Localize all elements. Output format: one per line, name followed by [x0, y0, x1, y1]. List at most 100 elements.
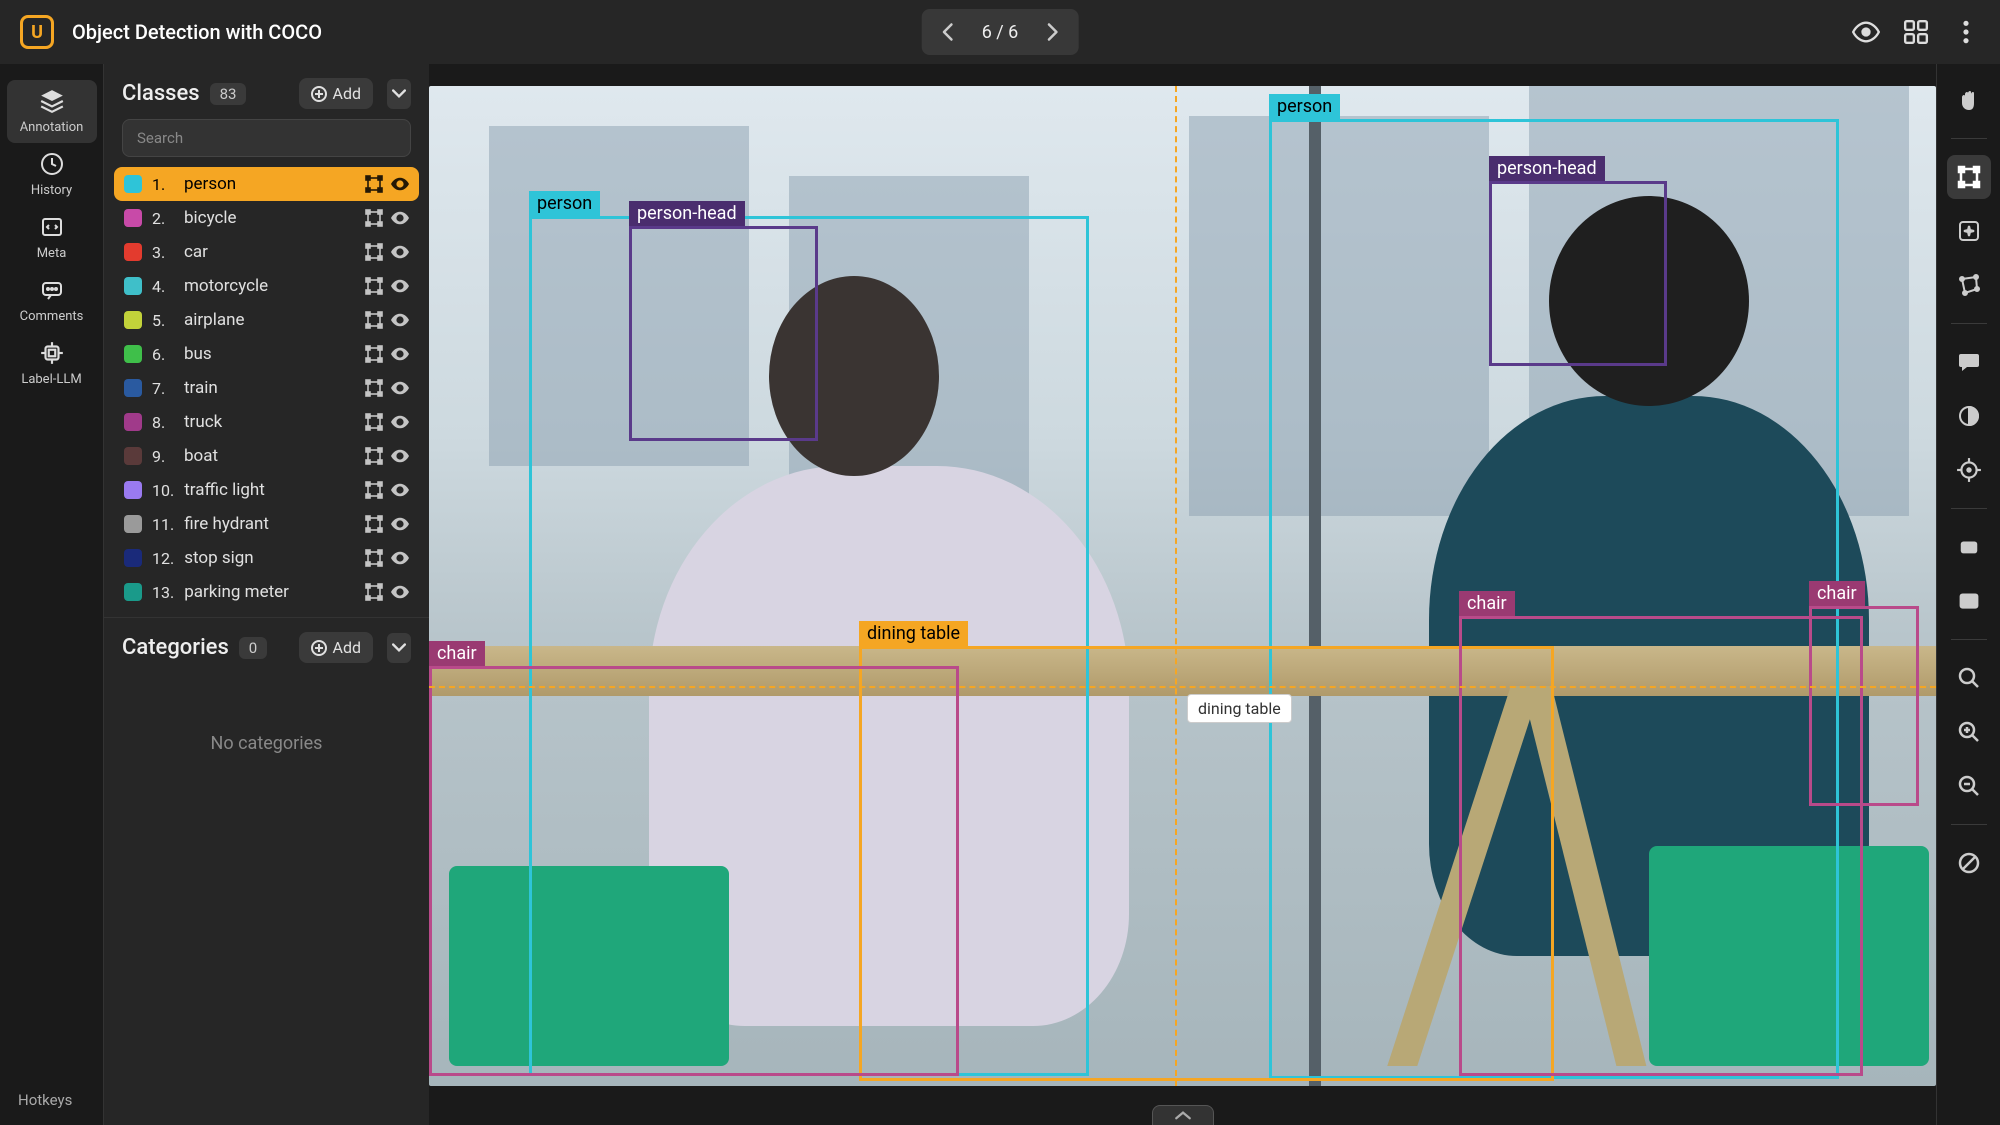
tool-pan[interactable] — [1947, 78, 1991, 122]
code-icon — [39, 214, 65, 240]
rail-history[interactable]: History — [7, 143, 97, 206]
bbox-type-icon[interactable] — [365, 175, 383, 193]
visibility-icon[interactable] — [1852, 18, 1880, 46]
right-tool-rail — [1936, 64, 2000, 1125]
bbox-type-icon[interactable] — [365, 515, 383, 533]
next-image-button[interactable] — [1032, 12, 1072, 52]
bbox-person-head[interactable]: person-head — [1489, 181, 1667, 366]
no-categories-text: No categories — [104, 673, 429, 814]
visibility-toggle-icon[interactable] — [391, 413, 409, 431]
class-row-car[interactable]: 3.car — [114, 235, 419, 269]
tool-smart[interactable] — [1947, 209, 1991, 253]
visibility-toggle-icon[interactable] — [391, 277, 409, 295]
visibility-toggle-icon[interactable] — [391, 379, 409, 397]
bbox-person-head[interactable]: person-head — [629, 226, 818, 441]
class-row-fire-hydrant[interactable]: 11.fire hydrant — [114, 507, 419, 541]
class-number: 7. — [152, 379, 174, 398]
add-class-dropdown[interactable] — [387, 79, 411, 109]
add-class-button[interactable]: Add — [299, 78, 373, 109]
classes-title: Classes — [122, 81, 200, 106]
tool-polygon[interactable] — [1947, 263, 1991, 307]
bbox-type-icon[interactable] — [365, 413, 383, 431]
class-row-stop-sign[interactable]: 12.stop sign — [114, 541, 419, 575]
bbox-type-icon[interactable] — [365, 243, 383, 261]
bottom-panel-expand[interactable] — [1152, 1105, 1214, 1125]
rail-comments[interactable]: Comments — [7, 269, 97, 332]
class-swatch — [124, 345, 142, 363]
bbox-chair[interactable]: chair — [429, 666, 959, 1076]
class-number: 10. — [152, 481, 174, 500]
class-row-parking-meter[interactable]: 13.parking meter — [114, 575, 419, 609]
tool-card[interactable] — [1947, 525, 1991, 569]
class-name: bus — [184, 344, 355, 364]
crosshair-vertical — [1175, 86, 1177, 1086]
tool-disable[interactable] — [1947, 841, 1991, 885]
bbox-type-icon[interactable] — [365, 345, 383, 363]
bbox-type-icon[interactable] — [365, 583, 383, 601]
tool-contrast[interactable] — [1947, 394, 1991, 438]
grid-icon[interactable] — [1902, 18, 1930, 46]
bbox-type-icon[interactable] — [365, 311, 383, 329]
visibility-toggle-icon[interactable] — [391, 583, 409, 601]
visibility-toggle-icon[interactable] — [391, 311, 409, 329]
visibility-toggle-icon[interactable] — [391, 549, 409, 567]
class-name: truck — [184, 412, 355, 432]
tool-divider — [1951, 639, 1987, 640]
tool-bbox[interactable] — [1947, 155, 1991, 199]
bbox-label: dining table — [859, 621, 968, 646]
bbox-type-icon[interactable] — [365, 549, 383, 567]
tool-fit[interactable] — [1947, 579, 1991, 623]
more-menu-icon[interactable] — [1952, 18, 1980, 46]
app-logo[interactable]: U — [20, 15, 54, 49]
visibility-toggle-icon[interactable] — [391, 481, 409, 499]
class-swatch — [124, 549, 142, 567]
rail-annotation[interactable]: Annotation — [7, 80, 97, 143]
visibility-toggle-icon[interactable] — [391, 447, 409, 465]
tool-comment[interactable] — [1947, 340, 1991, 384]
visibility-toggle-icon[interactable] — [391, 345, 409, 363]
class-name: bicycle — [184, 208, 355, 228]
add-category-label: Add — [333, 638, 361, 657]
class-number: 9. — [152, 447, 174, 466]
visibility-toggle-icon[interactable] — [391, 515, 409, 533]
bbox-type-icon[interactable] — [365, 379, 383, 397]
class-row-traffic-light[interactable]: 10. traffic light — [114, 473, 419, 507]
class-row-train[interactable]: 7.train — [114, 371, 419, 405]
tool-divider — [1951, 824, 1987, 825]
bbox-label: chair — [429, 641, 485, 666]
class-row-person[interactable]: 1.person — [114, 167, 419, 201]
rail-label-llm[interactable]: Label-LLM — [7, 332, 97, 395]
class-row-bus[interactable]: 6.bus — [114, 337, 419, 371]
add-category-dropdown[interactable] — [387, 633, 411, 663]
bbox-chair[interactable]: chair — [1459, 616, 1863, 1076]
visibility-toggle-icon[interactable] — [391, 175, 409, 193]
bbox-chair[interactable]: chair — [1809, 606, 1919, 806]
hotkeys-button[interactable]: Hotkeys — [18, 1091, 72, 1109]
tool-zoom[interactable] — [1947, 656, 1991, 700]
canvas-area: personpersonperson-headperson-headdining… — [429, 64, 1936, 1125]
add-category-button[interactable]: Add — [299, 632, 373, 663]
rail-meta[interactable]: Meta — [7, 206, 97, 269]
image-nav: 6 / 6 — [922, 9, 1079, 55]
bbox-type-icon[interactable] — [365, 481, 383, 499]
rail-label: Label-LLM — [21, 372, 81, 387]
bbox-type-icon[interactable] — [365, 209, 383, 227]
class-row-motorcycle[interactable]: 4.motorcycle — [114, 269, 419, 303]
class-row-bicycle[interactable]: 2.bicycle — [114, 201, 419, 235]
tool-center[interactable] — [1947, 448, 1991, 492]
bbox-type-icon[interactable] — [365, 447, 383, 465]
class-search-input[interactable] — [122, 119, 411, 157]
prev-image-button[interactable] — [928, 12, 968, 52]
class-name: traffic light — [184, 480, 355, 500]
bbox-type-icon[interactable] — [365, 277, 383, 295]
tool-zoom-in[interactable] — [1947, 710, 1991, 754]
visibility-toggle-icon[interactable] — [391, 243, 409, 261]
class-row-truck[interactable]: 8.truck — [114, 405, 419, 439]
class-swatch — [124, 277, 142, 295]
class-swatch — [124, 447, 142, 465]
visibility-toggle-icon[interactable] — [391, 209, 409, 227]
class-row-boat[interactable]: 9.boat — [114, 439, 419, 473]
image-stage[interactable]: personpersonperson-headperson-headdining… — [429, 86, 1936, 1086]
tool-zoom-out[interactable] — [1947, 764, 1991, 808]
class-row-airplane[interactable]: 5.airplane — [114, 303, 419, 337]
